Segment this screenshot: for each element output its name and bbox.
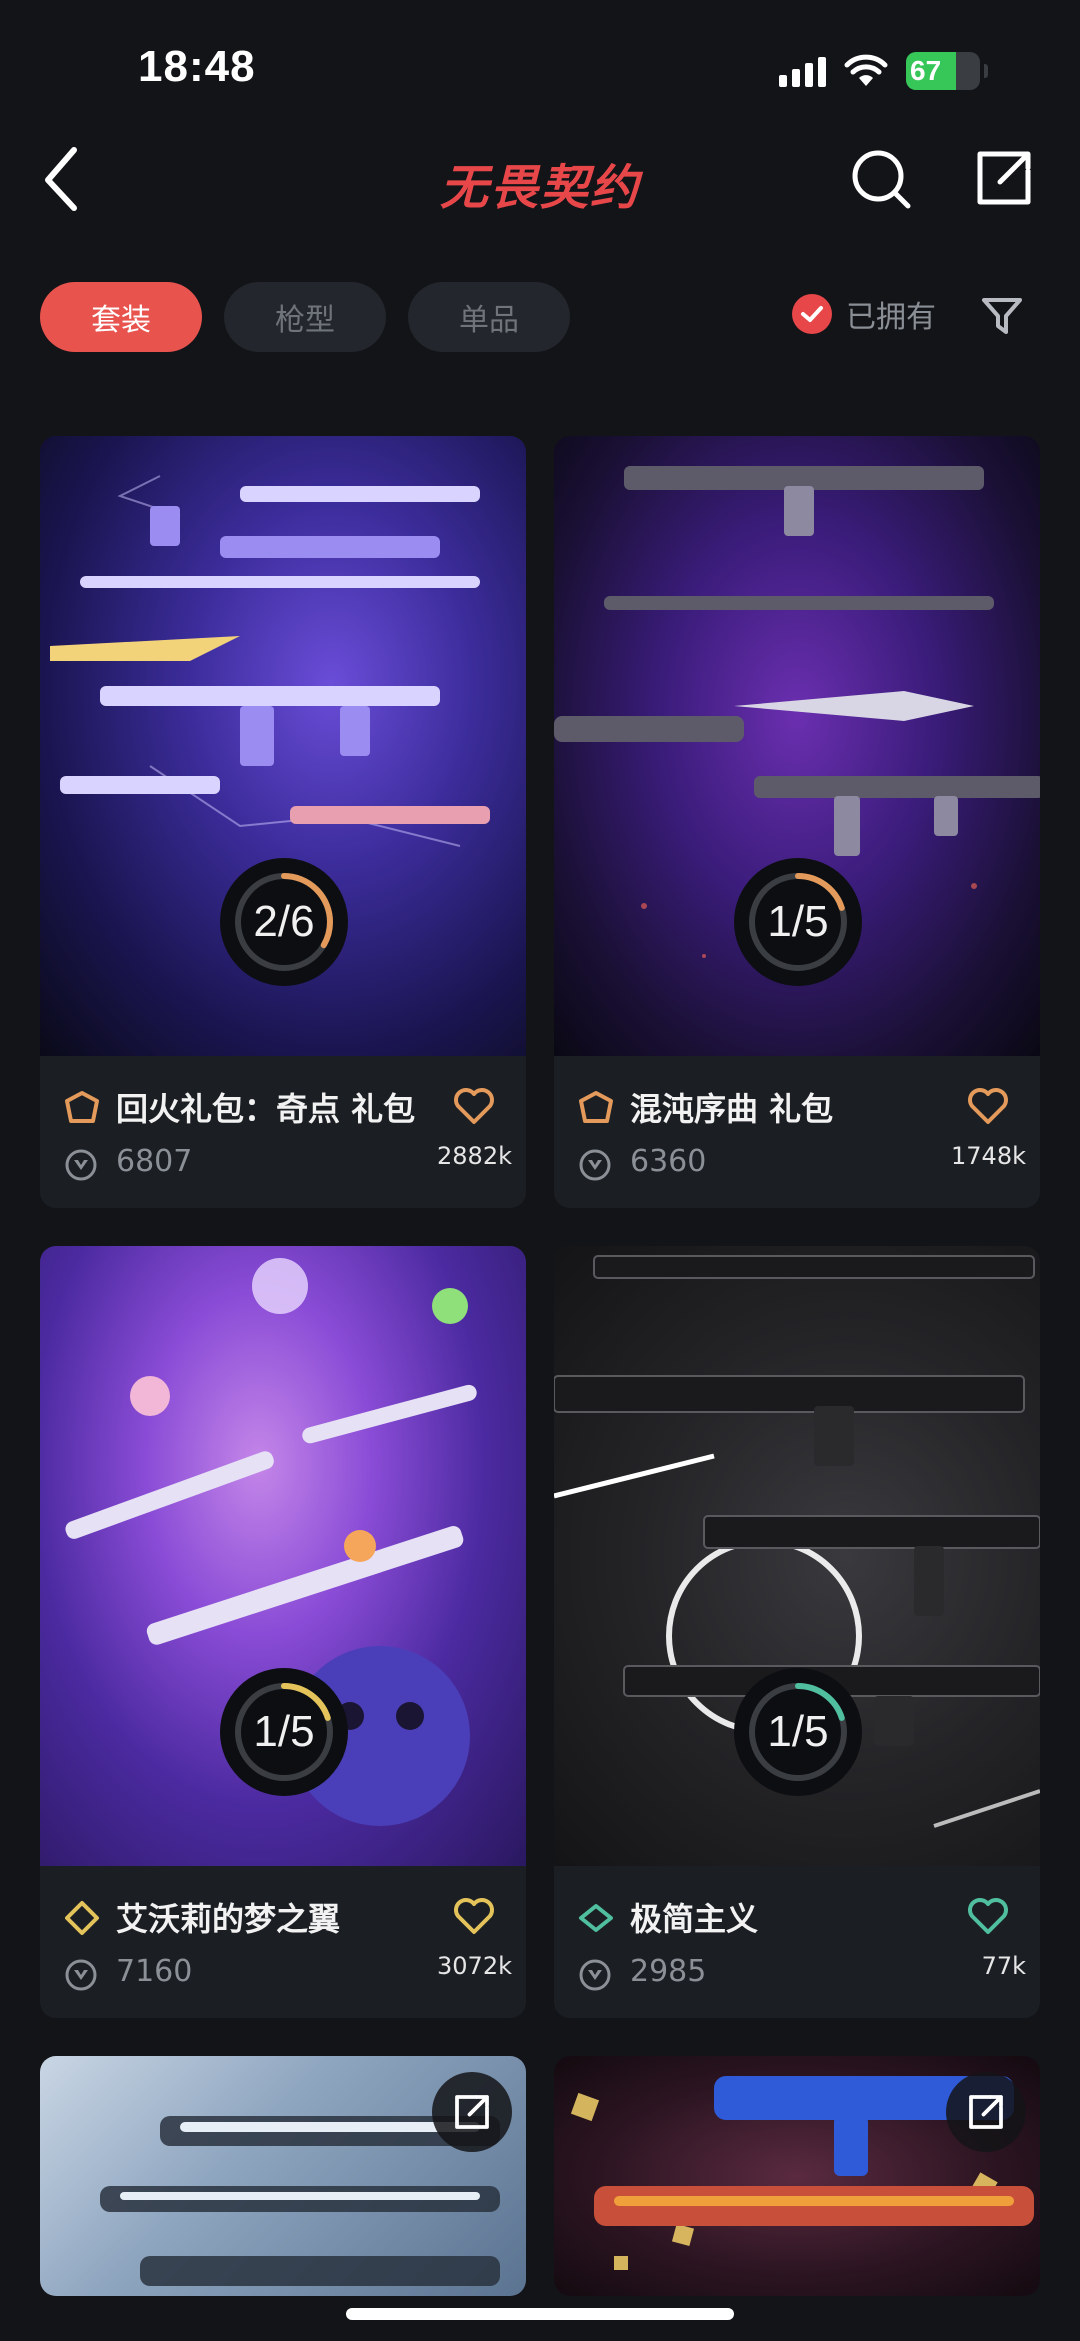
battery-indicator: 67 — [906, 52, 980, 90]
price: 6360 — [630, 1144, 707, 1179]
owned-progress-label: 1/5 — [767, 1707, 829, 1756]
price: 2985 — [630, 1954, 707, 1989]
card-info: 回火礼包：奇点 礼包 6807 2882k — [40, 1056, 526, 1208]
filter-button[interactable] — [980, 294, 1024, 338]
valorant-points-icon — [65, 1959, 97, 1991]
bundle-name: 混沌序曲 礼包 — [630, 1090, 834, 1128]
bundle-card[interactable]: 1/5 混沌序曲 礼包 6360 1748k — [554, 436, 1040, 1208]
favorite-button[interactable] — [966, 1086, 1010, 1126]
status-time: 18:48 — [138, 42, 256, 91]
like-count: 1748k — [951, 1142, 1026, 1170]
like-count: 3072k — [437, 1952, 512, 1980]
bundle-card[interactable]: 1/5 极简主义 2985 77k — [554, 1246, 1040, 2018]
bundle-card[interactable] — [40, 2056, 526, 2296]
cellular-signal-icon — [779, 55, 826, 87]
owned-label: 已拥有 — [846, 300, 936, 335]
valorant-points-icon — [65, 1149, 97, 1181]
share-button[interactable] — [946, 2072, 1026, 2152]
tier-icon — [65, 1901, 99, 1935]
favorite-button[interactable] — [452, 1086, 496, 1126]
price: 7160 — [116, 1954, 193, 1989]
tier-icon — [579, 1091, 613, 1123]
tab-gun-type[interactable]: 枪型 — [224, 282, 386, 352]
heart-icon — [968, 1088, 1008, 1124]
heart-icon — [454, 1088, 494, 1124]
share-button[interactable] — [972, 146, 1036, 210]
search-button[interactable] — [850, 148, 914, 212]
bundle-name: 艾沃莉的梦之翼 — [116, 1900, 341, 1938]
price: 6807 — [116, 1144, 193, 1179]
share-button[interactable] — [432, 2072, 512, 2152]
home-indicator[interactable] — [346, 2308, 734, 2320]
card-info: 极简主义 2985 77k — [554, 1866, 1040, 2018]
card-info: 混沌序曲 礼包 6360 1748k — [554, 1056, 1040, 1208]
tier-icon — [579, 1904, 613, 1932]
tab-bundles[interactable]: 套装 — [40, 282, 202, 352]
category-tabs: 套装 枪型 单品 — [40, 282, 570, 352]
battery-tip — [984, 64, 988, 78]
tab-single-item[interactable]: 单品 — [408, 282, 570, 352]
share-icon — [977, 151, 1031, 205]
wifi-icon — [844, 54, 888, 86]
like-count: 77k — [981, 1952, 1026, 1980]
valorant-points-icon — [579, 1149, 611, 1181]
favorite-button[interactable] — [966, 1896, 1010, 1936]
status-icons: 67 — [779, 52, 988, 90]
page-title: 无畏契约 — [439, 160, 640, 216]
status-bar: 18:48 67 — [0, 0, 1080, 130]
filter-icon — [982, 298, 1022, 334]
like-count: 2882k — [437, 1142, 512, 1170]
owned-progress-label: 1/5 — [767, 897, 829, 946]
share-icon — [969, 2095, 1003, 2129]
checkbox-checked-icon — [792, 294, 832, 334]
bundle-card[interactable] — [554, 2056, 1040, 2296]
bundle-card[interactable]: 1/5 艾沃莉的梦之翼 7160 3072k — [40, 1246, 526, 2018]
heart-icon — [968, 1898, 1008, 1934]
card-info: 艾沃莉的梦之翼 7160 3072k — [40, 1866, 526, 2018]
owned-progress-label: 1/5 — [253, 1707, 315, 1756]
favorite-button[interactable] — [452, 1896, 496, 1936]
search-icon — [852, 150, 911, 209]
bundle-name: 极简主义 — [630, 1900, 759, 1938]
valorant-points-icon — [579, 1959, 611, 1991]
share-icon — [455, 2095, 489, 2129]
owned-toggle[interactable]: 已拥有 — [792, 292, 936, 336]
battery-level-text: 67 — [910, 55, 942, 86]
heart-icon — [454, 1898, 494, 1934]
app-header: 无畏契约 — [0, 130, 1080, 230]
owned-progress-label: 2/6 — [253, 897, 315, 946]
bundle-card[interactable]: 2/6 回火礼包：奇点 礼包 6807 2882k — [40, 436, 526, 1208]
tier-icon — [65, 1091, 99, 1123]
bundle-name: 回火礼包：奇点 礼包 — [116, 1090, 416, 1128]
